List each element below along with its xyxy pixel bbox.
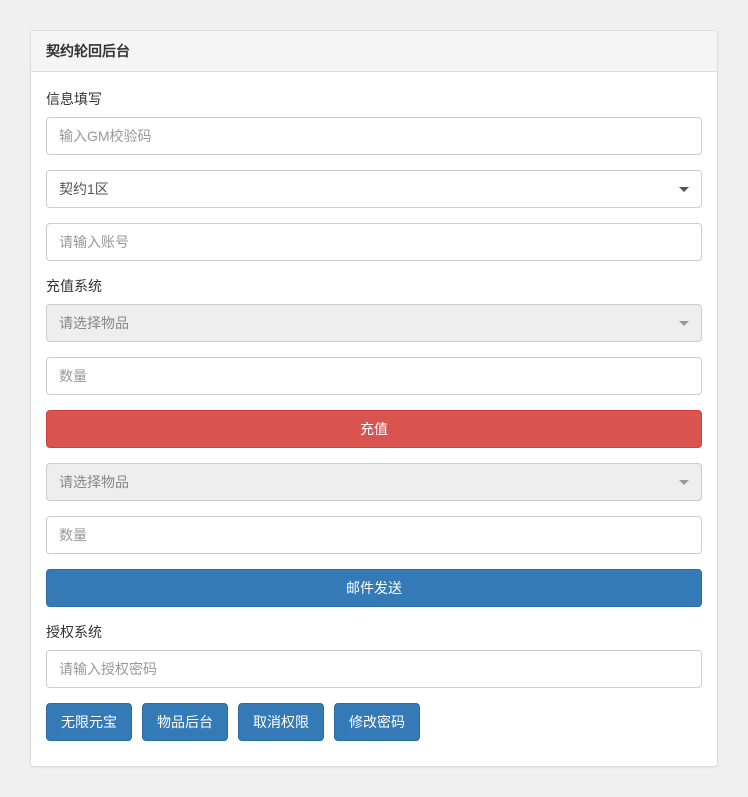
item-admin-button[interactable]: 物品后台 xyxy=(142,703,228,741)
change-password-button[interactable]: 修改密码 xyxy=(334,703,420,741)
admin-panel: 契约轮回后台 信息填写 契约1区 充值系统 请选择物品 充值 xyxy=(30,30,718,767)
mail-send-button[interactable]: 邮件发送 xyxy=(46,569,702,607)
auth-section-label: 授权系统 xyxy=(46,622,702,642)
cancel-permission-button[interactable]: 取消权限 xyxy=(238,703,324,741)
quantity-input-1[interactable] xyxy=(46,357,702,395)
gm-code-input[interactable] xyxy=(46,117,702,155)
info-section-label: 信息填写 xyxy=(46,89,702,109)
quantity-input-2[interactable] xyxy=(46,516,702,554)
server-select-value: 契约1区 xyxy=(59,179,677,199)
caret-down-icon xyxy=(679,480,689,485)
account-input[interactable] xyxy=(46,223,702,261)
item-select-2[interactable]: 请选择物品 xyxy=(46,463,702,501)
item-select-1-value: 请选择物品 xyxy=(59,313,677,333)
unlimited-gold-button[interactable]: 无限元宝 xyxy=(46,703,132,741)
caret-down-icon xyxy=(679,321,689,326)
panel-title: 契约轮回后台 xyxy=(31,31,717,72)
panel-body: 信息填写 契约1区 充值系统 请选择物品 充值 xyxy=(31,72,717,766)
recharge-button[interactable]: 充值 xyxy=(46,410,702,448)
item-select-1[interactable]: 请选择物品 xyxy=(46,304,702,342)
caret-down-icon xyxy=(679,187,689,192)
action-button-row: 无限元宝 物品后台 取消权限 修改密码 xyxy=(46,703,702,741)
auth-password-input[interactable] xyxy=(46,650,702,688)
server-select[interactable]: 契约1区 xyxy=(46,170,702,208)
item-select-2-value: 请选择物品 xyxy=(59,472,677,492)
recharge-section-label: 充值系统 xyxy=(46,276,702,296)
